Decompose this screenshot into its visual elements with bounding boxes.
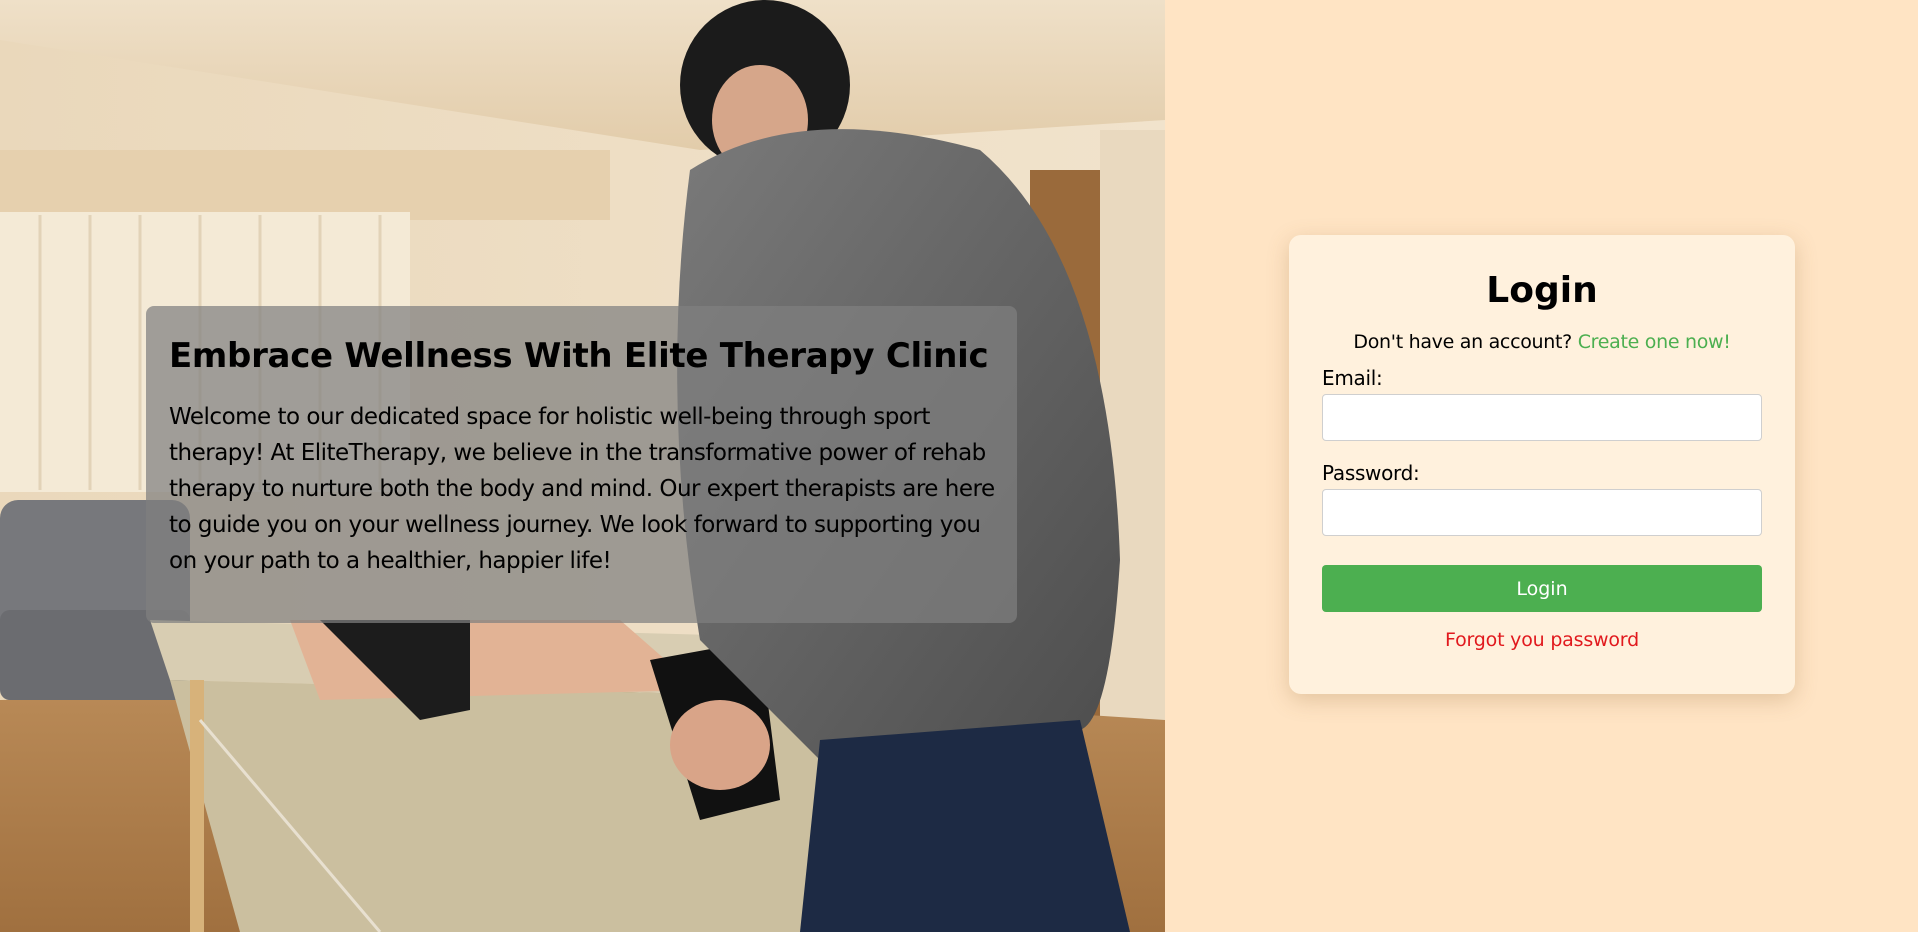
email-label: Email:: [1322, 366, 1383, 390]
hero-section: Embrace Wellness With Elite Therapy Clin…: [0, 0, 1165, 932]
login-title: Login: [1486, 270, 1598, 311]
create-account-link[interactable]: Create one now!: [1578, 331, 1731, 353]
login-page: Embrace Wellness With Elite Therapy Clin…: [0, 0, 1918, 932]
password-label: Password:: [1322, 461, 1420, 485]
login-button[interactable]: Login: [1322, 565, 1762, 612]
signup-prompt-text: Don't have an account?: [1353, 331, 1572, 353]
forgot-password-link[interactable]: Forgot you password: [1322, 629, 1762, 651]
login-form: Login Don't have an account? Create one …: [1289, 235, 1795, 694]
password-input[interactable]: [1322, 489, 1762, 536]
login-panel: Login Don't have an account? Create one …: [1165, 0, 1918, 932]
hero-text-card: Embrace Wellness With Elite Therapy Clin…: [146, 306, 1017, 623]
hero-description: Welcome to our dedicated space for holis…: [169, 403, 995, 574]
signup-prompt: Don't have an account? Create one now!: [1322, 333, 1762, 352]
email-input[interactable]: [1322, 394, 1762, 441]
hero-title: Embrace Wellness With Elite Therapy Clin…: [169, 336, 989, 376]
